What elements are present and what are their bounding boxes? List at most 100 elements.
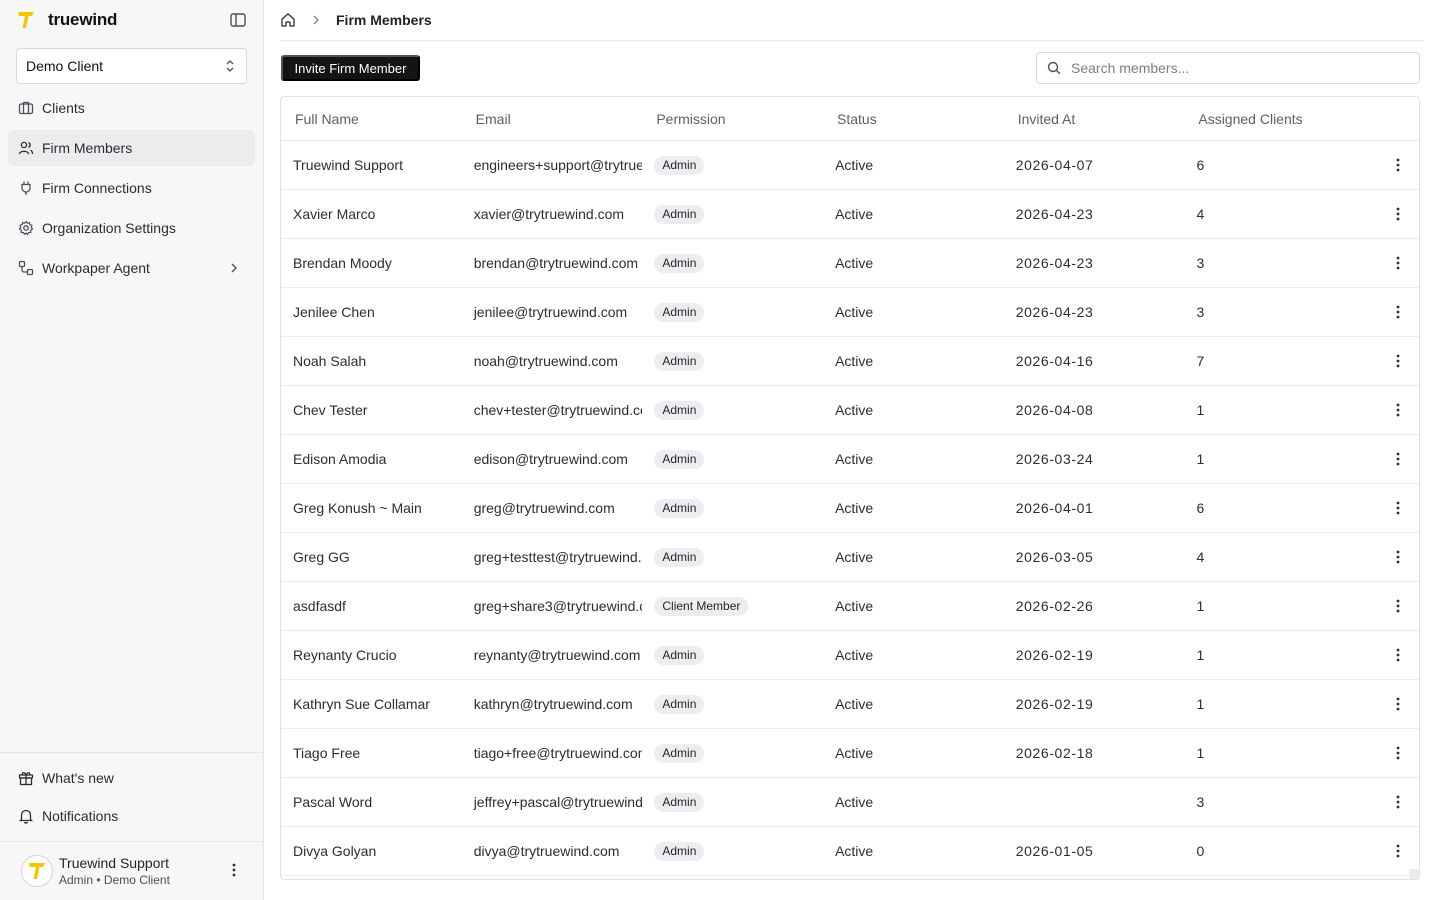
cell-assigned-clients: 6 [1196, 500, 1205, 516]
cell-assigned-clients: 1 [1196, 647, 1205, 663]
more-vertical-icon[interactable] [1390, 206, 1406, 222]
search-input[interactable] [1071, 60, 1391, 76]
row-actions [1365, 500, 1419, 516]
cell-full-name: asdfasdf [293, 598, 346, 614]
cell-invited-at: 2026-02-19 [1015, 647, 1094, 663]
more-vertical-icon[interactable] [1390, 843, 1406, 859]
cell-email: greg+testtest@trytruewind.com [473, 549, 643, 565]
cell-permission: Admin [642, 400, 823, 420]
more-vertical-icon[interactable] [1390, 647, 1406, 663]
sidebar-item-label: Clients [42, 100, 85, 116]
cell-invited-at: 2026-01-05 [1015, 843, 1094, 859]
sidebar-toggle-icon[interactable] [229, 11, 247, 29]
cell-full-name: Xavier Marco [293, 206, 376, 222]
row-actions [1365, 598, 1419, 614]
briefcase-icon [18, 100, 34, 116]
more-vertical-icon[interactable] [226, 862, 242, 878]
brand[interactable]: truewind [16, 8, 117, 32]
chevron-right-icon [231, 263, 237, 273]
table-row[interactable]: Noah Salah noah@trytruewind.com Admin Activ… [281, 337, 1419, 386]
more-vertical-icon[interactable] [1390, 402, 1406, 418]
column-header-full-name[interactable]: Full Name [281, 111, 462, 127]
table-row[interactable]: Pascal Word jeffrey+pascal@trytruewind.co… [281, 778, 1419, 827]
more-vertical-icon[interactable] [1390, 696, 1406, 712]
more-vertical-icon[interactable] [1390, 157, 1406, 173]
more-vertical-icon[interactable] [1390, 500, 1406, 516]
more-vertical-icon[interactable] [1390, 745, 1406, 761]
sidebar-item-workpaper-agent[interactable]: Workpaper Agent [8, 250, 255, 286]
cell-permission: Admin [642, 204, 823, 224]
table-row[interactable]: Greg Konush ~ Main greg@trytruewind.com Ad… [281, 484, 1419, 533]
more-vertical-icon[interactable] [1390, 598, 1406, 614]
client-select[interactable]: Demo Client [16, 48, 247, 84]
sidebar-item-organization-settings[interactable]: Organization Settings [8, 210, 255, 246]
cell-full-name: Jenilee Chen [293, 304, 375, 320]
cell-permission: Admin [642, 694, 823, 714]
table-row[interactable]: Chev Tester chev+tester@trytruewind.com Ad… [281, 386, 1419, 435]
whats-new-link[interactable]: What's new [0, 759, 263, 797]
home-icon[interactable] [280, 12, 296, 28]
sidebar-item-clients[interactable]: Clients [8, 90, 255, 126]
sidebar-nav: Clients Firm Members Firm Connections Or… [8, 90, 255, 290]
cell-permission: Client Member [642, 596, 823, 616]
cell-assigned-clients: 3 [1196, 255, 1205, 271]
column-header-status[interactable]: Status [823, 111, 1004, 127]
search-box[interactable] [1036, 52, 1420, 84]
table-header: Full Name Email Permission Status Invite… [281, 97, 1419, 141]
cell-invited-at: 2026-04-23 [1015, 304, 1094, 320]
column-header-permission[interactable]: Permission [642, 111, 823, 127]
permission-badge: Admin [654, 351, 705, 371]
more-vertical-icon[interactable] [1390, 794, 1406, 810]
more-vertical-icon[interactable] [1390, 451, 1406, 467]
column-header-email[interactable]: Email [462, 111, 643, 127]
permission-badge: Admin [654, 302, 705, 322]
table-row[interactable]: Reynanty Crucio reynanty@trytruewind.com A… [281, 631, 1419, 680]
table-row[interactable]: Brendan Moody brendan@trytruewind.com Admi… [281, 239, 1419, 288]
table-row[interactable]: Truewind Support engineers+support@trytru… [281, 141, 1419, 190]
cell-full-name: Divya Golyan [293, 843, 377, 859]
truewind-logo-icon [29, 863, 45, 879]
breadcrumb: Firm Members [264, 0, 1440, 40]
cell-assigned-clients: 3 [1196, 304, 1205, 320]
permission-badge: Admin [654, 449, 705, 469]
sidebar-item-firm-connections[interactable]: Firm Connections [8, 170, 255, 206]
more-vertical-icon[interactable] [1390, 255, 1406, 271]
cell-email: kathryn@trytruewind.com [473, 696, 633, 712]
table-row[interactable]: Greg GG greg+testtest@trytruewind.com Admi… [281, 533, 1419, 582]
sidebar-item-firm-members[interactable]: Firm Members [8, 130, 255, 166]
cell-assigned-clients: 3 [1196, 794, 1205, 810]
table-row[interactable]: Jenilee Chen jenilee@trytruewind.com Admin… [281, 288, 1419, 337]
cell-permission: Admin [642, 498, 823, 518]
cell-permission: Admin [642, 841, 823, 861]
cell-status: Active [835, 157, 874, 173]
column-header-assigned-clients[interactable]: Assigned Clients [1184, 111, 1365, 127]
sidebar-item-label: Workpaper Agent [42, 260, 150, 276]
invite-firm-member-button[interactable]: Invite Firm Member [281, 55, 420, 81]
cell-assigned-clients: 1 [1196, 598, 1205, 614]
cell-permission: Admin [642, 743, 823, 763]
cell-assigned-clients: 1 [1196, 402, 1205, 418]
cell-email: chev+tester@trytruewind.com [473, 402, 643, 418]
table-row[interactable]: Xavier Marco xavier@trytruewind.com Admin A… [281, 190, 1419, 239]
column-header-invited-at[interactable]: Invited At [1004, 111, 1185, 127]
cell-assigned-clients: 1 [1196, 451, 1205, 467]
cell-permission: Admin [642, 155, 823, 175]
row-actions [1365, 402, 1419, 418]
breadcrumb-current: Firm Members [336, 12, 432, 28]
table-row[interactable]: asdfasdf greg+share3@trytruewind.com Clien… [281, 582, 1419, 631]
table-row[interactable]: Divya Golyan divya@trytruewind.com Admin Ac… [281, 827, 1419, 876]
cell-full-name: Truewind Support [293, 157, 403, 173]
table-row[interactable]: Kathryn Sue Collamar kathryn@trytruewind.… [281, 680, 1419, 729]
table-row[interactable]: Tiago Free tiago+free@trytruewind.com Admi… [281, 729, 1419, 778]
search-icon [1047, 61, 1061, 75]
table-row[interactable]: Edison Amodia edison@trytruewind.com Admin… [281, 435, 1419, 484]
user-profile[interactable]: Truewind Support Admin • Demo Client [0, 841, 263, 900]
more-vertical-icon[interactable] [1390, 304, 1406, 320]
cell-status: Active [835, 451, 874, 467]
more-vertical-icon[interactable] [1390, 353, 1406, 369]
notifications-link[interactable]: Notifications [0, 797, 263, 835]
cell-status: Active [835, 304, 874, 320]
more-vertical-icon[interactable] [1390, 549, 1406, 565]
cell-status: Active [835, 402, 874, 418]
cell-full-name: Greg Konush ~ Main [293, 500, 422, 516]
